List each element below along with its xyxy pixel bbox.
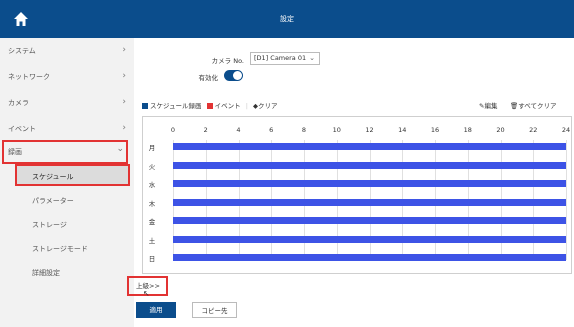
page-title: 設定 xyxy=(280,15,294,23)
legend-schedule-label[interactable]: スケジュール録画 xyxy=(150,102,202,110)
sidebar-item-network[interactable]: ネットワーク › xyxy=(0,64,134,90)
day-label: 金 xyxy=(148,218,156,226)
event-legend-swatch[interactable] xyxy=(206,103,213,109)
sidebar-subitem-label: ストレージモード xyxy=(32,245,88,253)
schedule-bar[interactable] xyxy=(173,143,566,150)
chevron-right-icon: › xyxy=(122,71,126,81)
legend-event-label[interactable]: イベント xyxy=(215,102,241,110)
chevron-right-icon: › xyxy=(122,97,126,107)
apply-button[interactable]: 適用 xyxy=(136,302,176,318)
schedule-bar[interactable] xyxy=(173,161,566,169)
sidebar-subitem-storage-mode[interactable]: ストレージモード xyxy=(0,236,134,262)
schedule-toolbar: スケジュール録画 イベント | ◆クリア ✎編集 🗑すべてクリア xyxy=(142,100,566,110)
hour-tick-label: 0 xyxy=(170,126,176,134)
schedule-bar[interactable] xyxy=(173,235,566,243)
enable-label: 有効化 xyxy=(198,74,219,82)
day-label: 木 xyxy=(148,199,156,208)
schedule-row[interactable] xyxy=(173,161,566,169)
schedule-row[interactable] xyxy=(173,254,566,261)
day-label: 日 xyxy=(148,255,156,263)
sidebar-item-label: イベント xyxy=(8,125,36,133)
day-label: 火 xyxy=(148,162,156,171)
clear-all-label: すべてクリア xyxy=(518,102,557,110)
hour-tick-label: 12 xyxy=(365,126,374,134)
hour-tick-label: 2 xyxy=(203,126,208,134)
divider: | xyxy=(245,102,248,110)
schedule-legend-swatch[interactable] xyxy=(142,103,148,109)
schedule-row[interactable] xyxy=(173,198,566,206)
schedule-bar[interactable] xyxy=(173,217,566,224)
sidebar-item-system[interactable]: システム › xyxy=(0,38,134,64)
schedule-bar[interactable] xyxy=(173,198,566,206)
sidebar-item-recording[interactable]: 録画 ⌄ xyxy=(2,140,128,164)
sidebar-item-label: カメラ xyxy=(8,99,29,107)
hour-tick-label: 20 xyxy=(496,126,505,134)
sidebar-item-label: ネットワーク xyxy=(8,73,50,81)
top-bar: 設定 xyxy=(0,0,574,38)
clear-label[interactable]: クリア xyxy=(258,102,278,110)
hour-tick-label: 10 xyxy=(332,126,341,134)
chevron-right-icon: › xyxy=(122,45,126,55)
day-label: 土 xyxy=(148,236,156,245)
hour-tick-label: 14 xyxy=(398,126,407,134)
advanced-link[interactable]: 上級>> ↖ xyxy=(127,276,168,298)
sidebar-subitem-schedule[interactable]: スケジュール xyxy=(15,164,130,186)
schedule-bar[interactable] xyxy=(173,254,566,261)
sidebar-item-label: システム xyxy=(8,47,36,55)
sidebar-subitem-label: パラメーター xyxy=(32,197,74,205)
chevron-down-icon: ⌄ xyxy=(116,144,124,154)
edit-label: 編集 xyxy=(484,102,498,110)
sidebar-subitem-storage[interactable]: ストレージ xyxy=(0,212,134,238)
chevron-down-icon: ⌄ xyxy=(309,54,315,62)
sidebar-item-label: 録画 xyxy=(8,148,22,156)
camera-select[interactable]: [D1] Camera 01 ⌄ xyxy=(250,52,320,65)
sidebar-subitem-advanced[interactable]: 詳細設定 xyxy=(0,260,134,286)
schedule-row[interactable] xyxy=(173,217,566,224)
sidebar-subitem-label: 詳細設定 xyxy=(32,269,60,277)
cursor-icon: ↖ xyxy=(143,289,150,298)
grid-line xyxy=(566,140,567,260)
clear-all-button[interactable]: 🗑すべてクリア xyxy=(510,100,557,110)
hour-tick-label: 6 xyxy=(269,126,274,134)
hour-tick-label: 8 xyxy=(301,126,307,134)
toggle-knob xyxy=(233,71,242,80)
camera-number-label: カメラ No. xyxy=(211,57,244,65)
schedule-bar[interactable] xyxy=(173,180,566,187)
sidebar-item-event[interactable]: イベント › xyxy=(0,116,134,142)
day-label: 水 xyxy=(148,181,156,189)
schedule-row[interactable] xyxy=(173,180,566,187)
hour-tick-label: 24 xyxy=(561,126,571,134)
day-label: 月 xyxy=(148,144,156,152)
edit-button[interactable]: ✎編集 xyxy=(479,100,497,110)
hour-tick-label: 18 xyxy=(463,126,472,134)
schedule-row[interactable] xyxy=(173,143,566,150)
sidebar-subitem-label: スケジュール xyxy=(32,173,74,181)
copy-to-button[interactable]: コピー先 xyxy=(192,302,237,318)
sidebar-item-camera[interactable]: カメラ › xyxy=(0,90,134,116)
sidebar-subitem-label: ストレージ xyxy=(32,221,67,229)
camera-select-value: [D1] Camera 01 xyxy=(254,54,307,62)
hour-tick-label: 22 xyxy=(529,126,538,134)
hour-tick-label: 4 xyxy=(236,126,241,134)
enable-toggle[interactable] xyxy=(224,70,243,81)
hour-tick-label: 16 xyxy=(430,126,440,134)
schedule-row[interactable] xyxy=(173,235,566,243)
sidebar-subitem-parameter[interactable]: パラメーター xyxy=(0,188,134,214)
chevron-right-icon: › xyxy=(122,123,126,133)
